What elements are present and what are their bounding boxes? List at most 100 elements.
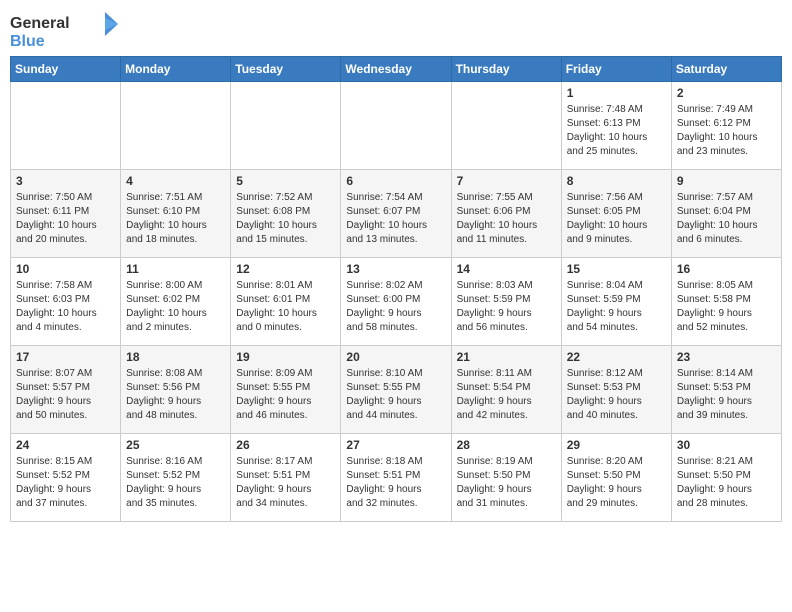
calendar-cell: 3 Sunrise: 7:50 AM Sunset: 6:11 PM Daylig… [11,170,121,258]
day-info: Sunrise: 7:50 AM Sunset: 6:11 PM Dayligh… [16,191,115,247]
day-info: Sunrise: 7:51 AM Sunset: 6:10 PM Dayligh… [126,191,225,247]
day-info: Sunrise: 8:11 AM Sunset: 5:54 PM Dayligh… [457,367,556,423]
day-number: 12 [236,262,335,276]
day-number: 25 [126,438,225,452]
day-info: Sunrise: 8:01 AM Sunset: 6:01 PM Dayligh… [236,279,335,335]
calendar-cell: 4 Sunrise: 7:51 AM Sunset: 6:10 PM Daylig… [121,170,231,258]
day-number: 16 [677,262,776,276]
calendar-cell: 23Sunrise: 8:14 AM Sunset: 5:53 PM Dayli… [671,346,781,434]
logo: General Blue [10,10,130,50]
calendar-cell: 28 Sunrise: 8:19 AM Sunset: 5:50 PM Dayli… [451,434,561,522]
calendar-cell: 26 Sunrise: 8:17 AM Sunset: 5:51 PM Dayli… [231,434,341,522]
calendar-table: SundayMondayTuesdayWednesdayThursdayFrid… [10,56,782,522]
svg-text:General: General [10,15,70,32]
day-info: Sunrise: 8:10 AM Sunset: 5:55 PM Dayligh… [346,367,445,423]
calendar-cell: 22 Sunrise: 8:12 AM Sunset: 5:53 PM Dayli… [561,346,671,434]
day-number: 19 [236,350,335,364]
day-info: Sunrise: 8:03 AM Sunset: 5:59 PM Dayligh… [457,279,556,335]
calendar-cell: 30 Sunrise: 8:21 AM Sunset: 5:50 PM Dayli… [671,434,781,522]
calendar-cell: 6 Sunrise: 7:54 AM Sunset: 6:07 PM Daylig… [341,170,451,258]
calendar-cell: 5 Sunrise: 7:52 AM Sunset: 6:08 PM Daylig… [231,170,341,258]
day-number: 3 [16,174,115,188]
calendar-cell: 18 Sunrise: 8:08 AM Sunset: 5:56 PM Dayli… [121,346,231,434]
day-number: 29 [567,438,666,452]
day-info: Sunrise: 8:08 AM Sunset: 5:56 PM Dayligh… [126,367,225,423]
calendar-cell: 21 Sunrise: 8:11 AM Sunset: 5:54 PM Dayli… [451,346,561,434]
calendar-cell: 14 Sunrise: 8:03 AM Sunset: 5:59 PM Dayli… [451,258,561,346]
calendar-cell: 16 Sunrise: 8:05 AM Sunset: 5:58 PM Dayli… [671,258,781,346]
day-info: Sunrise: 7:58 AM Sunset: 6:03 PM Dayligh… [16,279,115,335]
calendar-header: SundayMondayTuesdayWednesdayThursdayFrid… [11,57,782,82]
weekday-header: Thursday [451,57,561,82]
day-info: Sunrise: 7:55 AM Sunset: 6:06 PM Dayligh… [457,191,556,247]
day-number: 30 [677,438,776,452]
day-number: 22 [567,350,666,364]
day-number: 21 [457,350,556,364]
weekday-header: Tuesday [231,57,341,82]
day-info: Sunrise: 8:15 AM Sunset: 5:52 PM Dayligh… [16,455,115,511]
calendar-cell: 27Sunrise: 8:18 AM Sunset: 5:51 PM Dayli… [341,434,451,522]
day-info: Sunrise: 8:05 AM Sunset: 5:58 PM Dayligh… [677,279,776,335]
calendar-cell [231,82,341,170]
day-number: 6 [346,174,445,188]
day-number: 5 [236,174,335,188]
weekday-row: SundayMondayTuesdayWednesdayThursdayFrid… [11,57,782,82]
day-info: Sunrise: 8:19 AM Sunset: 5:50 PM Dayligh… [457,455,556,511]
calendar-cell: 24 Sunrise: 8:15 AM Sunset: 5:52 PM Dayli… [11,434,121,522]
day-info: Sunrise: 7:56 AM Sunset: 6:05 PM Dayligh… [567,191,666,247]
calendar-cell: 19 Sunrise: 8:09 AM Sunset: 5:55 PM Dayli… [231,346,341,434]
calendar-week: 1 Sunrise: 7:48 AM Sunset: 6:13 PM Daylig… [11,82,782,170]
weekday-header: Sunday [11,57,121,82]
day-number: 13 [346,262,445,276]
day-number: 17 [16,350,115,364]
svg-text:Blue: Blue [10,33,45,50]
day-number: 4 [126,174,225,188]
day-info: Sunrise: 8:17 AM Sunset: 5:51 PM Dayligh… [236,455,335,511]
day-number: 18 [126,350,225,364]
day-info: Sunrise: 7:49 AM Sunset: 6:12 PM Dayligh… [677,103,776,159]
day-number: 11 [126,262,225,276]
day-info: Sunrise: 8:21 AM Sunset: 5:50 PM Dayligh… [677,455,776,511]
calendar-cell: 7 Sunrise: 7:55 AM Sunset: 6:06 PM Daylig… [451,170,561,258]
page-header: General Blue [10,10,782,50]
calendar-cell [451,82,561,170]
day-info: Sunrise: 8:16 AM Sunset: 5:52 PM Dayligh… [126,455,225,511]
day-info: Sunrise: 7:48 AM Sunset: 6:13 PM Dayligh… [567,103,666,159]
calendar-cell: 2 Sunrise: 7:49 AM Sunset: 6:12 PM Daylig… [671,82,781,170]
day-number: 14 [457,262,556,276]
day-info: Sunrise: 8:07 AM Sunset: 5:57 PM Dayligh… [16,367,115,423]
weekday-header: Friday [561,57,671,82]
calendar-cell [341,82,451,170]
day-info: Sunrise: 7:54 AM Sunset: 6:07 PM Dayligh… [346,191,445,247]
day-number: 1 [567,86,666,100]
calendar-week: 24 Sunrise: 8:15 AM Sunset: 5:52 PM Dayli… [11,434,782,522]
day-info: Sunrise: 8:09 AM Sunset: 5:55 PM Dayligh… [236,367,335,423]
day-number: 8 [567,174,666,188]
day-info: Sunrise: 7:52 AM Sunset: 6:08 PM Dayligh… [236,191,335,247]
day-info: Sunrise: 8:00 AM Sunset: 6:02 PM Dayligh… [126,279,225,335]
logo-svg: General Blue [10,10,130,50]
day-info: Sunrise: 8:02 AM Sunset: 6:00 PM Dayligh… [346,279,445,335]
day-info: Sunrise: 8:04 AM Sunset: 5:59 PM Dayligh… [567,279,666,335]
day-number: 26 [236,438,335,452]
day-info: Sunrise: 8:12 AM Sunset: 5:53 PM Dayligh… [567,367,666,423]
calendar-week: 17 Sunrise: 8:07 AM Sunset: 5:57 PM Dayli… [11,346,782,434]
day-number: 27 [346,438,445,452]
day-number: 28 [457,438,556,452]
calendar-cell: 8 Sunrise: 7:56 AM Sunset: 6:05 PM Daylig… [561,170,671,258]
calendar-cell [121,82,231,170]
calendar-cell: 25 Sunrise: 8:16 AM Sunset: 5:52 PM Dayli… [121,434,231,522]
day-number: 24 [16,438,115,452]
calendar-week: 10 Sunrise: 7:58 AM Sunset: 6:03 PM Dayli… [11,258,782,346]
calendar-cell: 17 Sunrise: 8:07 AM Sunset: 5:57 PM Dayli… [11,346,121,434]
day-number: 10 [16,262,115,276]
calendar-cell: 29 Sunrise: 8:20 AM Sunset: 5:50 PM Dayli… [561,434,671,522]
day-number: 15 [567,262,666,276]
day-number: 2 [677,86,776,100]
weekday-header: Monday [121,57,231,82]
day-info: Sunrise: 8:20 AM Sunset: 5:50 PM Dayligh… [567,455,666,511]
weekday-header: Saturday [671,57,781,82]
day-number: 9 [677,174,776,188]
calendar-cell: 15 Sunrise: 8:04 AM Sunset: 5:59 PM Dayli… [561,258,671,346]
day-number: 7 [457,174,556,188]
